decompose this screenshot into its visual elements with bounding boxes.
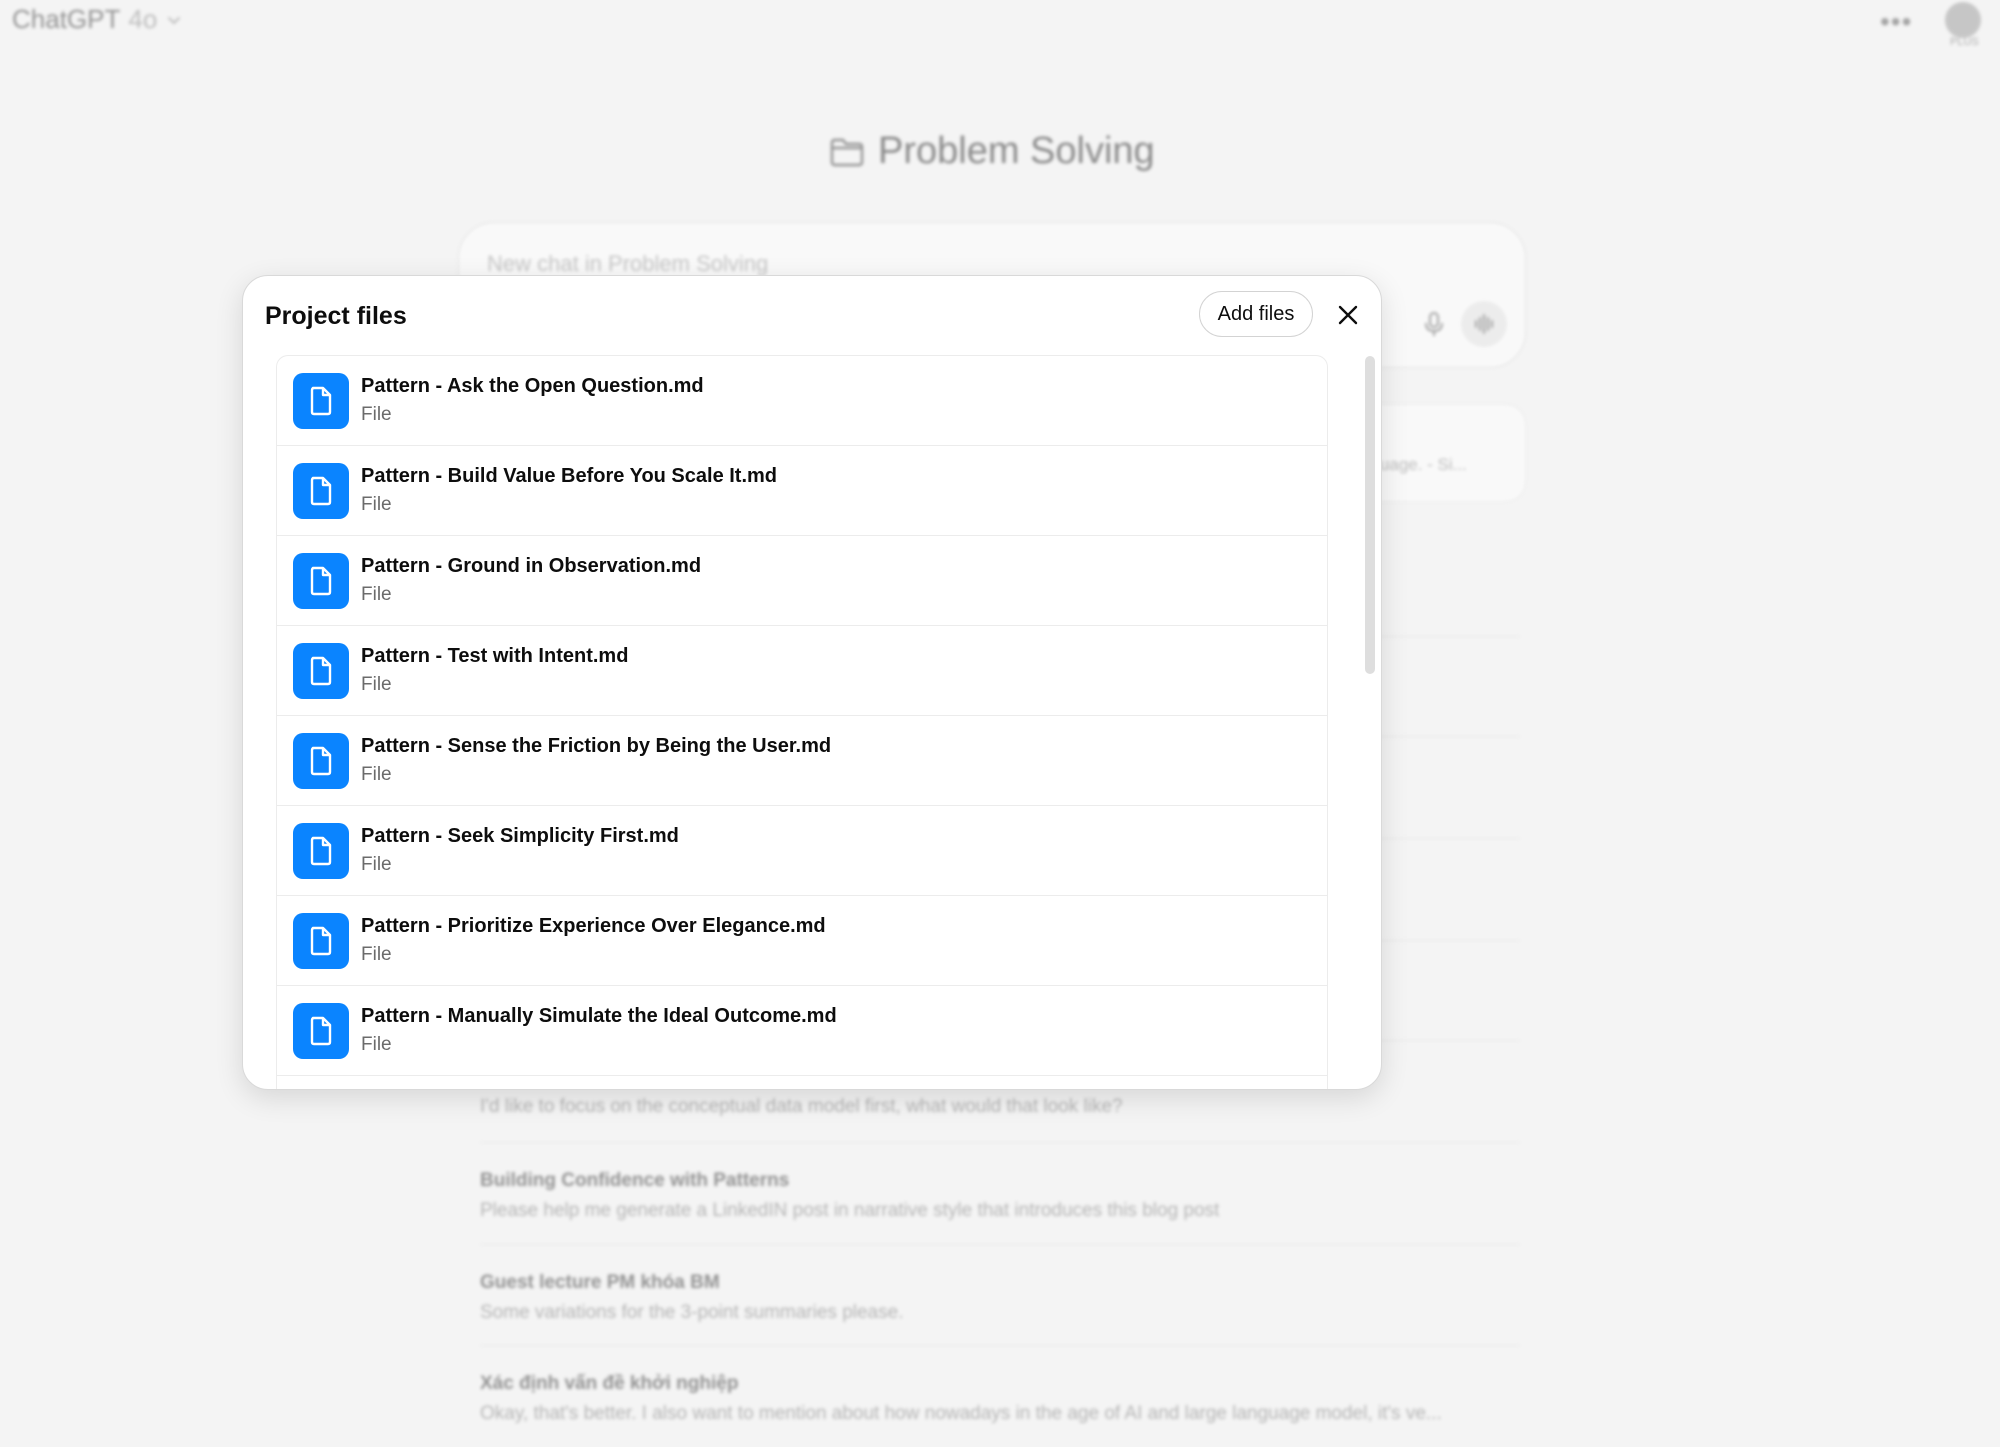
composer-placeholder: New chat in Problem Solving [487,251,769,276]
chat-list-item[interactable]: Xác định vấn đề khởi nghiệp Okay, that's… [480,1373,1520,1425]
file-row[interactable]: Pattern - Manually Simulate the Ideal Ou… [277,986,1327,1076]
scrollbar[interactable] [1365,356,1375,1082]
file-row[interactable]: Pattern - Ask the Open Question.md File [277,356,1327,446]
chat-title: Guest lecture PM khóa BM [480,1272,720,1293]
file-name: Pattern - Manually Simulate the Ideal Ou… [361,1005,837,1027]
file-type: File [361,764,392,785]
divider [480,1345,1520,1346]
plan-badge: PLUS [1950,36,1979,48]
close-icon [1338,305,1358,325]
chevron-down-icon [168,16,181,24]
file-type: File [361,494,392,515]
file-row[interactable]: Pattern - Test with Intent.md File [277,626,1327,716]
folder-icon [830,138,864,166]
file-row[interactable]: Pattern - Seek Simplicity First.md File [277,806,1327,896]
document-icon [293,373,349,429]
chat-preview: Please help me generate a LinkedIN post … [480,1200,1220,1221]
close-button[interactable] [1333,300,1363,330]
file-name: Pattern - Build Value Before You Scale I… [361,465,778,487]
file-name: Pattern - Seek Simplicity First.md [361,825,679,847]
file-row[interactable]: Pattern - Ground in Observation.md File [277,536,1327,626]
file-name: Pattern - Sense the Friction by Being th… [361,735,832,757]
app-name: ChatGPT [12,4,121,34]
divider [480,1244,1520,1245]
microphone-icon[interactable] [1419,309,1449,339]
file-row[interactable]: Pattern - Build Value Before You Scale I… [277,446,1327,536]
file-name: Pattern - Test with Intent.md [361,645,629,667]
file-type: File [361,404,392,425]
file-list: Pattern - Ask the Open Question.md File … [276,355,1328,1089]
file-row[interactable]: Pattern - Prioritize Experience Over Ele… [277,896,1327,986]
waveform-icon [1475,314,1493,334]
chat-preview: I'd like to focus on the conceptual data… [480,1096,1123,1117]
model-selector[interactable]: ChatGPT 4o [12,4,183,35]
scrollbar-thumb[interactable] [1365,356,1375,674]
file-row[interactable]: Pattern - Sense the Friction by Being th… [277,716,1327,806]
avatar[interactable] [1945,2,1981,38]
project-files-dialog: Project files Add files Pattern - Ask th… [242,275,1382,1090]
file-type: File [361,1034,392,1055]
document-icon [293,1003,349,1059]
chat-title: Xác định vấn đề khởi nghiệp [480,1373,739,1394]
project-title: Problem Solving [878,130,1155,172]
file-type: File [361,674,392,695]
project-heading: Problem Solving [830,130,1155,173]
file-type: File [361,854,392,875]
file-name: Pattern - Prioritize Experience Over Ele… [361,915,826,937]
more-options-icon[interactable]: ••• [1880,6,1912,38]
document-icon [293,553,349,609]
chat-title: Building Confidence with Patterns [480,1170,790,1191]
chat-list-item[interactable]: Guest lecture PM khóa BM Some variations… [480,1272,1520,1324]
file-name: Pattern - Ground in Observation.md [361,555,702,577]
divider [480,1142,1520,1143]
document-icon [293,913,349,969]
document-icon [293,463,349,519]
chat-list-item[interactable]: Building Confidence with Patterns Please… [480,1170,1520,1222]
chat-preview: Okay, that's better. I also want to ment… [480,1403,1442,1424]
chat-preview: Some variations for the 3-point summarie… [480,1302,904,1323]
file-row[interactable] [277,1076,1327,1089]
file-name: Pattern - Ask the Open Question.md [361,375,704,397]
model-name: 4o [128,4,158,34]
document-icon [293,823,349,879]
document-icon [293,733,349,789]
file-type: File [361,944,392,965]
add-files-button[interactable]: Add files [1199,291,1313,337]
voice-mode-button[interactable] [1461,301,1507,347]
dialog-title: Project files [265,302,407,330]
document-icon [293,643,349,699]
file-type: File [361,584,392,605]
